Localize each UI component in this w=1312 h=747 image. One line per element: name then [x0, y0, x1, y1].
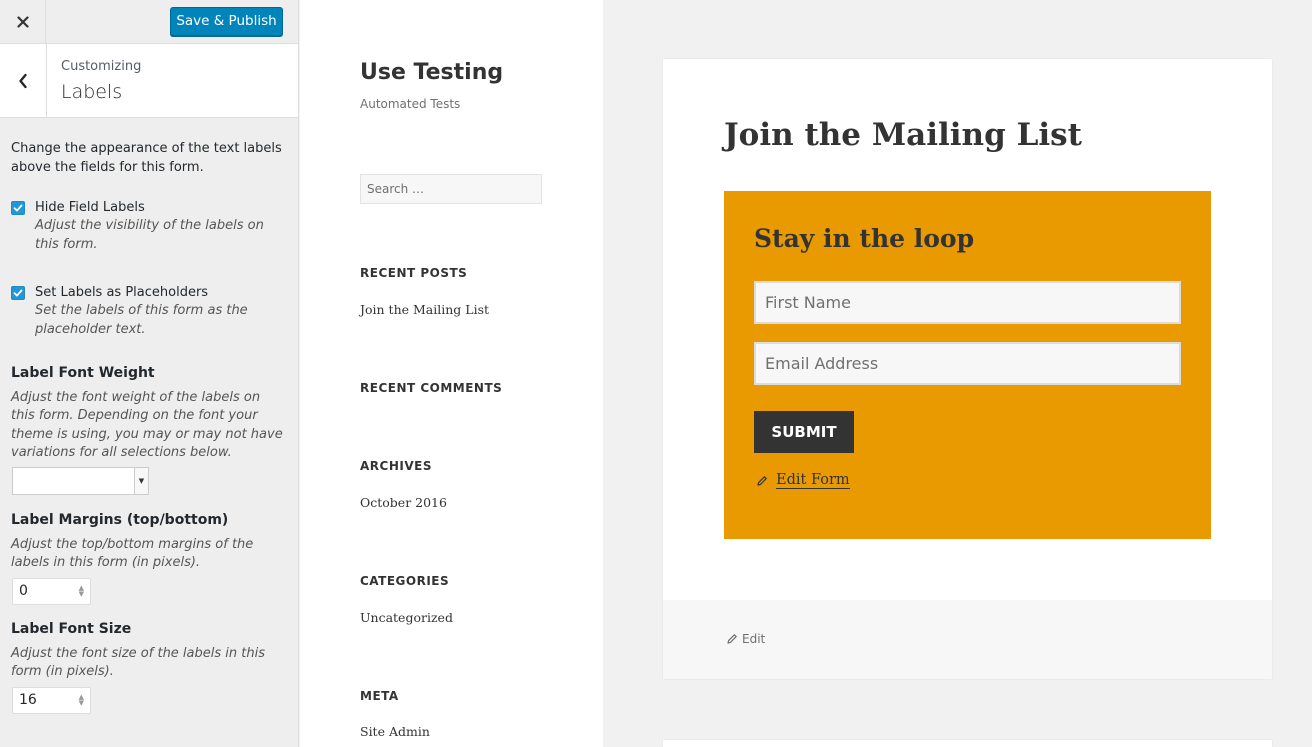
margins-value: 0 [19, 583, 28, 599]
edit-post-link[interactable]: Edit [726, 632, 765, 646]
site-admin-link[interactable]: Site Admin [360, 724, 430, 739]
back-button[interactable] [0, 44, 47, 117]
checkmark-icon [13, 204, 23, 212]
close-icon [16, 16, 29, 28]
email-field[interactable]: Email Address [754, 342, 1181, 385]
widget-title-recent-posts: RECENT POSTS [360, 266, 468, 280]
widget-title-categories: CATEGORIES [360, 574, 450, 588]
stepper-icon[interactable]: ▲ ▼ [79, 694, 84, 707]
section-header: Customizing Labels [0, 44, 298, 118]
next-article-card [663, 740, 1272, 747]
font-weight-title: Label Font Weight [11, 365, 155, 381]
placeholders-checkbox[interactable] [11, 286, 25, 300]
hide-labels-checkbox[interactable] [11, 201, 25, 215]
placeholders-note: Set the labels of this form as the place… [35, 303, 248, 337]
font-size-value: 16 [19, 692, 37, 708]
submit-button[interactable]: SUBMIT [754, 411, 854, 453]
section-title: Labels [61, 81, 123, 103]
category-link[interactable]: Uncategorized [360, 610, 453, 625]
pencil-icon [727, 634, 737, 644]
site-description: Automated Tests [360, 97, 461, 111]
article-footer: Edit [663, 600, 1272, 679]
hide-labels-label: Hide Field Labels [35, 200, 145, 215]
pencil-icon [757, 475, 767, 486]
widget-title-recent-comments: RECENT COMMENTS [360, 381, 503, 395]
font-size-note: Adjust the font size of the labels in th… [11, 646, 265, 680]
widget-title-meta: META [360, 689, 399, 703]
article-title: Join the Mailing List [724, 117, 1082, 153]
font-weight-select[interactable]: ▼ [12, 467, 149, 495]
customizer-header: Save & Publish [0, 0, 298, 44]
widget-title-archives: ARCHIVES [360, 459, 432, 473]
search-input[interactable]: Search … [360, 174, 542, 204]
first-name-field[interactable]: First Name [754, 281, 1181, 324]
mailing-list-form: Stay in the loop First Name Email Addres… [724, 191, 1211, 539]
customizer-panel: Save & Publish Customizing Labels Change… [0, 0, 299, 747]
section-description: Change the appearance of the text labels… [11, 141, 282, 175]
font-weight-note: Adjust the font weight of the labels on … [11, 390, 283, 460]
close-button[interactable] [0, 0, 46, 44]
edit-form-label[interactable]: Edit Form [776, 472, 850, 489]
margins-input[interactable]: 0 ▲ ▼ [12, 578, 91, 605]
placeholders-option: Set Labels as Placeholders Set the label… [11, 284, 285, 339]
chevron-down-icon: ▼ [134, 468, 148, 494]
form-heading: Stay in the loop [754, 224, 975, 253]
article-card: Join the Mailing List Stay in the loop F… [663, 59, 1272, 679]
checkmark-icon [13, 289, 23, 297]
hide-labels-option: Hide Field Labels Adjust the visibility … [11, 199, 285, 254]
margins-title: Label Margins (top/bottom) [11, 512, 229, 528]
site-sidebar: Use Testing Automated Tests Search … REC… [300, 0, 603, 747]
hide-labels-note: Adjust the visibility of the labels on t… [35, 218, 264, 252]
font-size-title: Label Font Size [11, 621, 132, 637]
chevron-left-icon [19, 73, 27, 88]
font-size-input[interactable]: 16 ▲ ▼ [12, 687, 91, 714]
site-title[interactable]: Use Testing [360, 60, 503, 85]
stepper-icon[interactable]: ▲ ▼ [79, 585, 84, 598]
edit-post-label[interactable]: Edit [742, 632, 765, 646]
edit-form-link[interactable]: Edit Form [756, 472, 850, 489]
placeholders-label: Set Labels as Placeholders [35, 285, 209, 300]
breadcrumb: Customizing [61, 59, 142, 74]
archive-link[interactable]: October 2016 [360, 495, 447, 510]
save-publish-button[interactable]: Save & Publish [170, 7, 283, 36]
section-controls: Change the appearance of the text labels… [11, 140, 287, 714]
margins-note: Adjust the top/bottom margins of the lab… [11, 537, 254, 571]
recent-post-link[interactable]: Join the Mailing List [360, 302, 489, 317]
